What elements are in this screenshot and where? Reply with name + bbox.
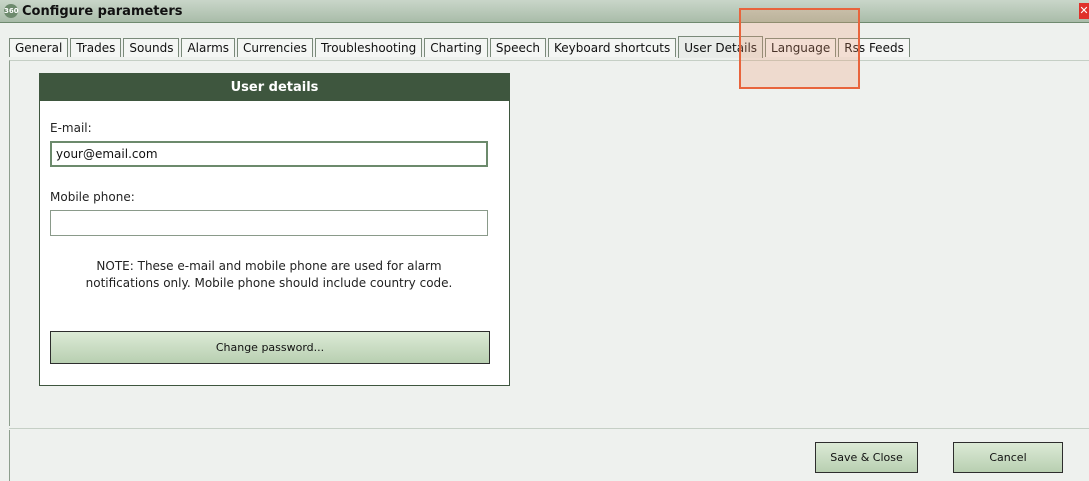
tab-bar: General Trades Sounds Alarms Currencies … — [9, 36, 912, 60]
footer-left-border — [9, 430, 10, 481]
panel-title: User details — [40, 74, 509, 101]
tab-trades[interactable]: Trades — [70, 38, 122, 57]
tab-troubleshooting[interactable]: Troubleshooting — [314, 38, 423, 57]
tab-alarms[interactable]: Alarms — [181, 38, 236, 57]
tab-sounds[interactable]: Sounds — [123, 38, 180, 57]
tab-rss-feeds[interactable]: Rss Feeds — [838, 38, 910, 57]
save-and-close-button[interactable]: Save & Close — [815, 442, 918, 473]
title-bar: 360 Configure parameters ✕ — [0, 0, 1089, 23]
tab-speech[interactable]: Speech — [489, 38, 547, 57]
mobile-phone-field[interactable] — [50, 210, 488, 236]
tab-general[interactable]: General — [9, 38, 69, 57]
configure-parameters-window: 360 Configure parameters ✕ General Trade… — [0, 0, 1089, 481]
tab-currencies[interactable]: Currencies — [237, 38, 313, 57]
note-line-2: notifications only. Mobile phone should … — [85, 276, 453, 290]
close-icon[interactable]: ✕ — [1079, 3, 1089, 19]
email-field[interactable] — [50, 141, 488, 167]
email-label: E-mail: — [50, 121, 92, 135]
tab-user-details[interactable]: User Details — [678, 36, 764, 58]
note-text: NOTE: These e-mail and mobile phone are … — [50, 258, 488, 292]
window-title: Configure parameters — [22, 3, 183, 19]
tab-language[interactable]: Language — [765, 38, 837, 57]
footer-divider — [9, 428, 1089, 429]
tab-keyboard-shortcuts[interactable]: Keyboard shortcuts — [548, 38, 677, 57]
cancel-button[interactable]: Cancel — [953, 442, 1063, 473]
tab-charting[interactable]: Charting — [424, 38, 488, 57]
change-password-button[interactable]: Change password... — [50, 331, 490, 364]
app-logo-icon: 360 — [4, 4, 19, 18]
note-line-1: NOTE: These e-mail and mobile phone are … — [96, 259, 442, 273]
mobile-phone-label: Mobile phone: — [50, 190, 135, 204]
user-details-panel: User details E-mail: Mobile phone: NOTE:… — [39, 73, 510, 386]
